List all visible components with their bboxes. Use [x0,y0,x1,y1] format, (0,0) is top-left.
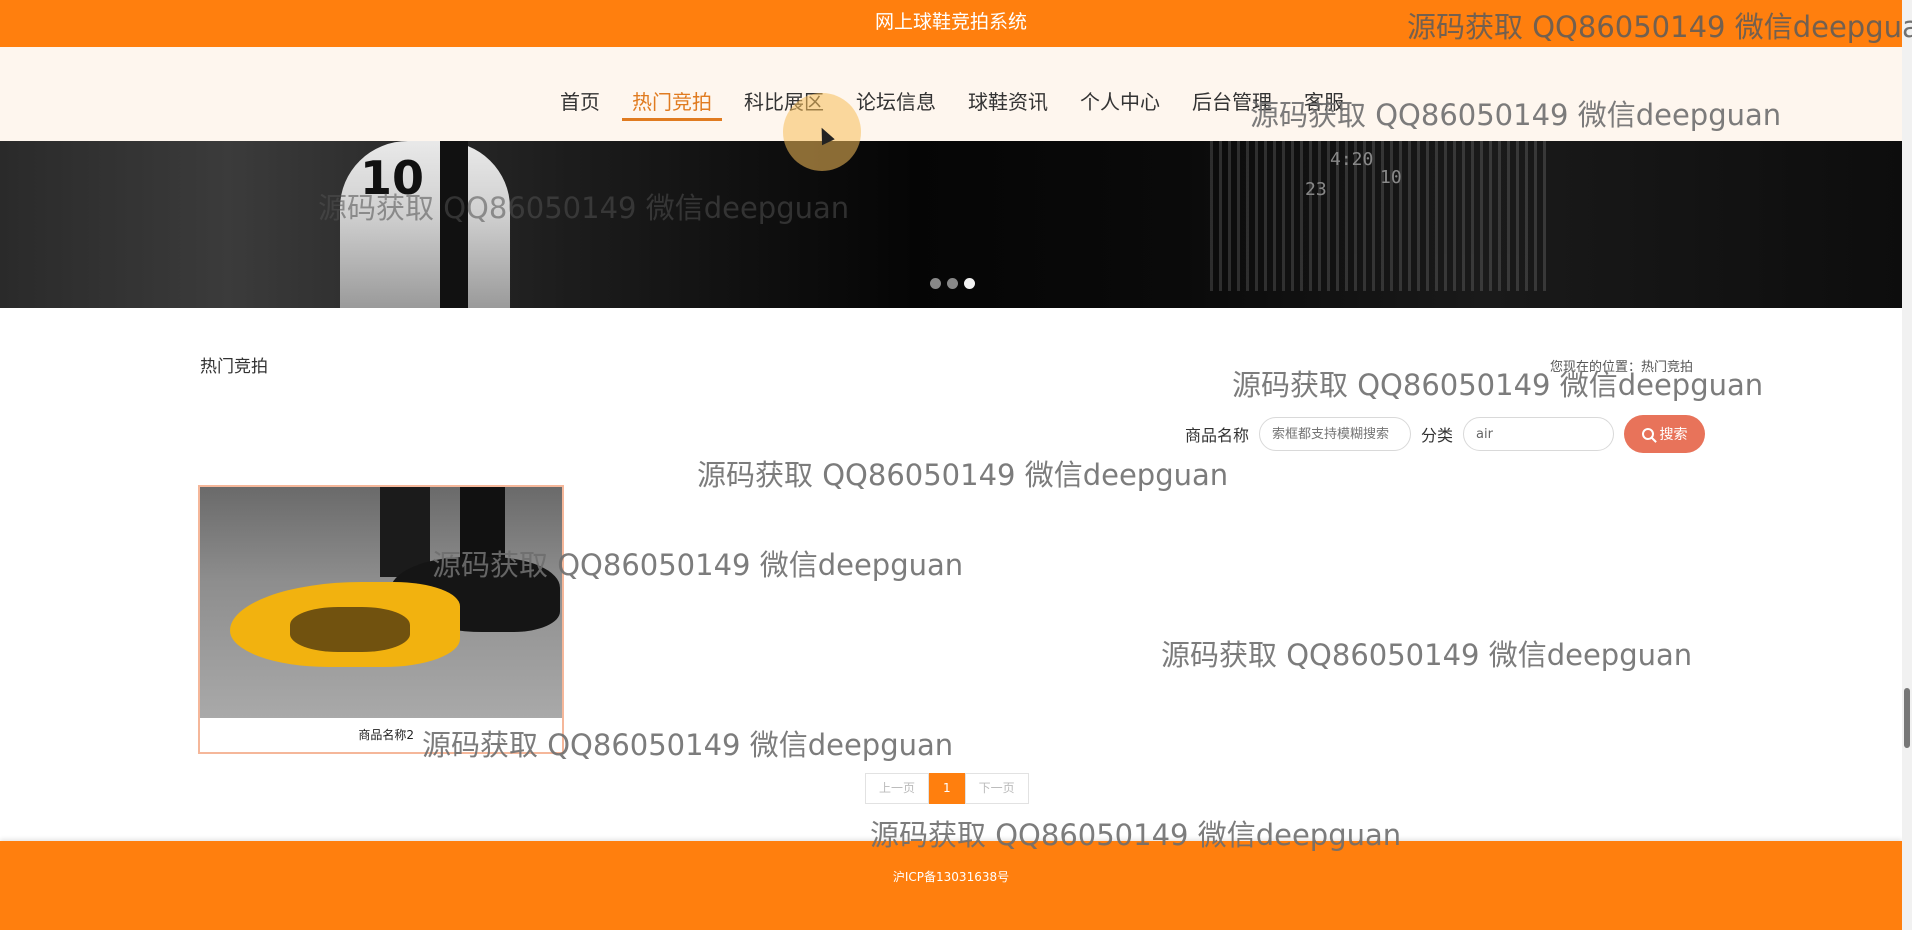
product-name[interactable]: 商品名称2 [200,726,562,743]
main-navbar: 首页 热门竞拍 科比展区 论坛信息 球鞋资讯 个人中心 后台管理 客服 [0,47,1902,141]
main-nav: 首页 热门竞拍 科比展区 论坛信息 球鞋资讯 个人中心 后台管理 客服 [550,87,1366,121]
product-image-yellow-shoe [230,582,460,667]
site-footer: 沪ICP备13031638号 [0,841,1902,930]
nav-hot-auction[interactable]: 热门竞拍 [622,87,722,121]
nav-customer-service[interactable]: 客服 [1294,87,1354,117]
product-card[interactable]: 商品名称2 [198,485,564,754]
product-name-label: 商品名称 [1185,426,1250,445]
search-form: 商品名称 分类 搜索 [1185,415,1706,453]
search-icon [1641,428,1654,440]
nav-sneaker-news[interactable]: 球鞋资讯 [958,87,1058,117]
nav-user-center[interactable]: 个人中心 [1070,87,1170,117]
hero-carousel[interactable]: 10 4:20 23 10 [0,141,1902,308]
carousel-dot-2[interactable] [947,278,958,289]
carousel-dot-1[interactable] [930,278,941,289]
banner-player-image: 10 [340,141,510,308]
nav-admin[interactable]: 后台管理 [1182,87,1282,117]
site-title: 网上球鞋竞拍系统 [874,11,1027,33]
jersey-number: 10 [360,151,425,205]
scrollbar-thumb[interactable] [1904,688,1910,748]
scoreboard-score: 23 [1305,179,1327,200]
category-label: 分类 [1421,426,1454,445]
category-input[interactable] [1463,417,1615,451]
watermark: 源码获取 QQ86050149 微信deepguan [1161,638,1693,672]
scoreboard-number: 10 [1380,167,1402,188]
banner-scoreboard-image: 4:20 23 10 [1210,141,1550,291]
watermark: 源码获取 QQ86050149 微信deepguan [697,458,1229,492]
product-image-leg [460,487,505,562]
page-number-1[interactable]: 1 [929,773,965,804]
top-header-bar: 网上球鞋竞拍系统 [0,0,1902,47]
carousel-indicators [930,278,975,289]
scoreboard-time: 4:20 [1330,149,1374,170]
breadcrumb: 您现在的位置：热门竞拍 [1550,360,1694,375]
icp-license[interactable]: 沪ICP备13031638号 [0,868,1902,885]
next-page-button[interactable]: 下一页 [964,773,1029,804]
prev-page-button[interactable]: 上一页 [865,773,930,804]
product-name-input[interactable] [1259,417,1412,451]
carousel-dot-3[interactable] [964,278,975,289]
nav-forum[interactable]: 论坛信息 [846,87,946,117]
nav-home[interactable]: 首页 [550,87,610,117]
page-title: 热门竞拍 [200,357,268,377]
pagination: 上一页 1 下一页 [865,773,1029,804]
jersey-stripe [440,141,468,308]
product-image[interactable] [200,487,562,718]
search-button[interactable]: 搜索 [1624,415,1706,453]
page-scrollbar[interactable] [1902,0,1912,930]
search-button-label: 搜索 [1659,427,1688,443]
